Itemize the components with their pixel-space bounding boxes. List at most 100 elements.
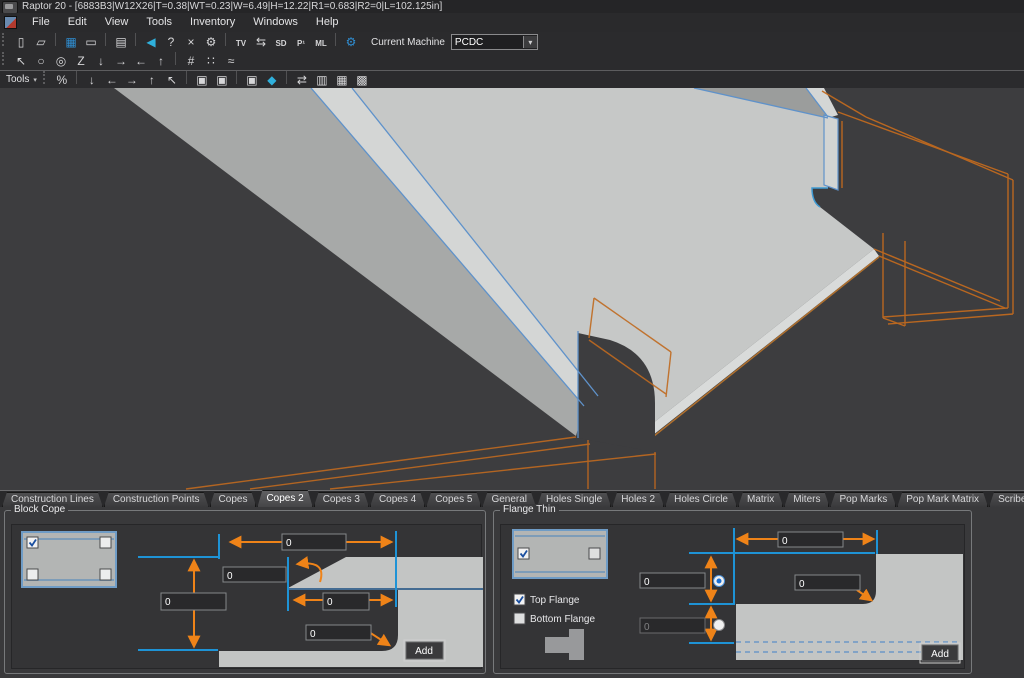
nudge-right-icon[interactable]: → bbox=[123, 71, 141, 88]
flange-thin-length-input[interactable]: 0 bbox=[778, 532, 843, 547]
parameter-panels: Block Cope bbox=[0, 507, 1024, 678]
block-cope-add-button[interactable]: Add bbox=[404, 640, 445, 661]
open-folder-icon[interactable]: ▱ bbox=[32, 33, 50, 50]
svg-text:0: 0 bbox=[165, 597, 171, 608]
circle-center-icon[interactable]: ◎ bbox=[52, 53, 70, 70]
menu-windows[interactable]: Windows bbox=[244, 16, 307, 28]
menu-file[interactable]: File bbox=[23, 16, 59, 28]
cut-icon[interactable]: × bbox=[182, 33, 200, 50]
tab-copes-2[interactable]: Copes 2 bbox=[257, 490, 312, 507]
toolbar-separator bbox=[175, 52, 177, 65]
toolbar-separator bbox=[105, 33, 107, 46]
toolbar-grip bbox=[2, 33, 7, 46]
block-cope-angle-input[interactable]: 0 bbox=[223, 567, 286, 582]
move-down-icon[interactable]: ↓ bbox=[92, 53, 110, 70]
tab-miters[interactable]: Miters bbox=[784, 492, 829, 507]
sync-icon[interactable]: ⇄ bbox=[293, 71, 311, 88]
bottom-depth-radio[interactable] bbox=[714, 620, 725, 631]
tools-dropdown-label: Tools bbox=[6, 74, 29, 85]
bottom-flange-label: Bottom Flange bbox=[530, 614, 595, 625]
svg-text:Add: Add bbox=[415, 646, 433, 657]
tab-pop-marks[interactable]: Pop Marks bbox=[830, 492, 896, 507]
pick-cursor-icon[interactable]: ↖ bbox=[163, 71, 181, 88]
new-file-icon[interactable]: ▯ bbox=[12, 33, 30, 50]
tools-dropdown-button[interactable]: Tools ▾ bbox=[2, 74, 41, 85]
svg-text:0: 0 bbox=[310, 629, 316, 640]
tab-pop-mark-matrix[interactable]: Pop Mark Matrix bbox=[897, 492, 988, 507]
layout-3-icon[interactable]: ▩ bbox=[353, 71, 371, 88]
menu-view[interactable]: View bbox=[96, 16, 138, 28]
tab-scribes[interactable]: Scribes bbox=[989, 492, 1024, 507]
scribe-lines-icon[interactable]: ≈ bbox=[222, 53, 240, 70]
grid-icon[interactable]: # bbox=[182, 53, 200, 70]
tools-toolbar: Tools ▾ %↓←→↑↖▣▣▣◆⇄▥▦▩ bbox=[0, 71, 1024, 88]
layout-1-icon[interactable]: ▥ bbox=[313, 71, 331, 88]
zoom-icon[interactable]: Z bbox=[72, 53, 90, 70]
flange-thin-radius-input[interactable]: 0 bbox=[795, 575, 860, 590]
top-depth-radio[interactable] bbox=[714, 576, 725, 587]
bottom-flange-checkbox[interactable] bbox=[514, 613, 525, 624]
corner-top-right-checkbox[interactable] bbox=[100, 537, 111, 548]
help-icon[interactable]: ? bbox=[162, 33, 180, 50]
move-up-icon[interactable]: ↑ bbox=[152, 53, 170, 70]
flange-thin-add-button[interactable]: Add bbox=[920, 643, 960, 663]
machine-gear-icon[interactable]: ⚙ bbox=[342, 33, 360, 50]
paste-icon[interactable]: ▣ bbox=[243, 71, 261, 88]
tab-copes-4[interactable]: Copes 4 bbox=[370, 492, 425, 507]
current-machine-select[interactable]: PCDC ▾ bbox=[451, 34, 538, 50]
toolbar-separator bbox=[335, 33, 337, 46]
toolbar-separator bbox=[55, 33, 57, 46]
corner-bottom-right-checkbox[interactable] bbox=[100, 569, 111, 580]
nudge-down-icon[interactable]: ↓ bbox=[83, 71, 101, 88]
select-cursor-icon[interactable]: ↖ bbox=[12, 53, 30, 70]
chevron-down-icon[interactable]: ▾ bbox=[523, 36, 537, 48]
svg-text:0: 0 bbox=[227, 571, 233, 582]
top-flange-checkbox[interactable] bbox=[514, 594, 525, 605]
tab-construction-points[interactable]: Construction Points bbox=[104, 492, 209, 507]
menu-inventory[interactable]: Inventory bbox=[181, 16, 244, 28]
flange-thin-top-depth-input[interactable]: 0 bbox=[640, 573, 705, 588]
tab-copes-3[interactable]: Copes 3 bbox=[314, 492, 369, 507]
p1-icon[interactable]: P¹ bbox=[292, 35, 310, 52]
transfer-icon[interactable]: ⇆ bbox=[252, 33, 270, 50]
rp-tv-icon[interactable]: TV bbox=[232, 35, 250, 52]
tab-holes-2[interactable]: Holes 2 bbox=[612, 492, 664, 507]
points-icon[interactable]: ∷ bbox=[202, 53, 220, 70]
tab-holes-circle[interactable]: Holes Circle bbox=[665, 492, 737, 507]
settings-gear-icon[interactable]: ⚙ bbox=[202, 33, 220, 50]
sd-s2-icon[interactable]: SD bbox=[272, 35, 290, 52]
move-left-icon[interactable]: ← bbox=[132, 53, 150, 70]
3d-viewport[interactable] bbox=[0, 88, 1024, 490]
folder-icon[interactable]: ▭ bbox=[82, 33, 100, 50]
move-right-icon[interactable]: → bbox=[112, 53, 130, 70]
corner-top-left-checkbox[interactable] bbox=[27, 537, 38, 548]
corner-bottom-left-checkbox[interactable] bbox=[27, 569, 38, 580]
circle-icon[interactable]: ○ bbox=[32, 53, 50, 70]
aml-icon[interactable]: ML bbox=[312, 35, 330, 52]
toolbar-separator bbox=[76, 71, 78, 84]
view-layout-icon[interactable]: ▦ bbox=[62, 33, 80, 50]
tab-matrix[interactable]: Matrix bbox=[738, 492, 783, 507]
copy-all-icon[interactable]: ▣ bbox=[213, 71, 231, 88]
layout-2-icon[interactable]: ▦ bbox=[333, 71, 351, 88]
block-cope-radius-input[interactable]: 0 bbox=[306, 625, 371, 640]
snap-diamond-icon[interactable]: ◆ bbox=[263, 71, 281, 88]
nudge-left-icon[interactable]: ← bbox=[103, 71, 121, 88]
side-left-checkbox[interactable] bbox=[518, 548, 529, 559]
menu-help[interactable]: Help bbox=[307, 16, 348, 28]
tab-copes[interactable]: Copes bbox=[210, 492, 257, 507]
block-cope-width-input[interactable]: 0 bbox=[323, 593, 369, 610]
measure-icon[interactable]: % bbox=[53, 71, 71, 88]
top-flange-label: Top Flange bbox=[530, 595, 580, 606]
flange-thin-bottom-depth-input[interactable]: 0 bbox=[640, 618, 705, 633]
block-cope-depth-input[interactable]: 0 bbox=[161, 593, 226, 610]
side-right-checkbox[interactable] bbox=[589, 548, 600, 559]
tab-copes-5[interactable]: Copes 5 bbox=[426, 492, 481, 507]
block-cope-length-input[interactable]: 0 bbox=[282, 534, 346, 550]
menu-edit[interactable]: Edit bbox=[59, 16, 96, 28]
nudge-up-icon[interactable]: ↑ bbox=[143, 71, 161, 88]
menu-tools[interactable]: Tools bbox=[137, 16, 181, 28]
copy-icon[interactable]: ▣ bbox=[193, 71, 211, 88]
save-icon[interactable]: ▤ bbox=[112, 33, 130, 50]
back-icon[interactable]: ◀ bbox=[142, 33, 160, 50]
